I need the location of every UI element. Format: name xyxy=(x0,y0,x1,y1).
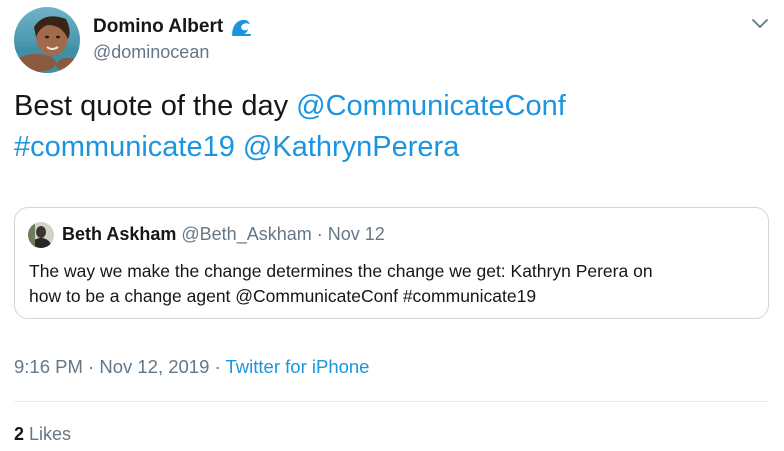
author-display-name[interactable]: Domino Albert xyxy=(93,16,223,38)
quoted-text-line-2: how to be a change agent @CommunicateCon… xyxy=(29,286,537,306)
author-avatar[interactable] xyxy=(14,7,80,73)
wave-icon xyxy=(230,16,252,38)
quoted-author-name: Beth Askham xyxy=(62,224,177,244)
quoted-author-avatar xyxy=(28,222,54,248)
hashtag-communicate19[interactable]: #communicate19 xyxy=(14,131,235,163)
likes-count: 2 xyxy=(14,424,25,444)
tweet: Domino Albert @dominocean Best quote of … xyxy=(0,0,784,451)
quoted-tweet-card[interactable]: Beth Askham @Beth_Askham · Nov 12 The wa… xyxy=(14,207,769,319)
chevron-down-icon[interactable] xyxy=(750,14,770,34)
quoted-tweet-text: The way we make the change determines th… xyxy=(29,259,754,309)
tweet-timestamp-row: 9:16 PM · Nov 12, 2019 · Twitter for iPh… xyxy=(14,356,369,378)
mention-communicateconf[interactable]: @CommunicateConf xyxy=(296,90,566,122)
author-name-row: Domino Albert xyxy=(93,14,252,40)
tweet-timestamp[interactable]: 9:16 PM · Nov 12, 2019 · xyxy=(14,356,221,377)
quoted-text-line-1: The way we make the change determines th… xyxy=(29,261,653,281)
tweet-text: Best quote of the day @CommunicateConf #… xyxy=(14,86,754,168)
tweet-source-link[interactable]: Twitter for iPhone xyxy=(226,356,370,377)
likes-label: Likes xyxy=(29,424,72,444)
author-handle[interactable]: @dominocean xyxy=(93,42,209,63)
quoted-tweet-header: Beth Askham @Beth_Askham · Nov 12 xyxy=(62,224,385,245)
mention-kathrynperera[interactable]: @KathrynPerera xyxy=(243,131,459,163)
likes-link[interactable]: 2 Likes xyxy=(14,424,71,445)
tweet-body: Best quote of the day xyxy=(14,90,289,122)
quoted-author-handle: @Beth_Askham xyxy=(181,224,312,244)
divider xyxy=(14,401,769,402)
quoted-tweet-date: · Nov 12 xyxy=(316,224,385,244)
